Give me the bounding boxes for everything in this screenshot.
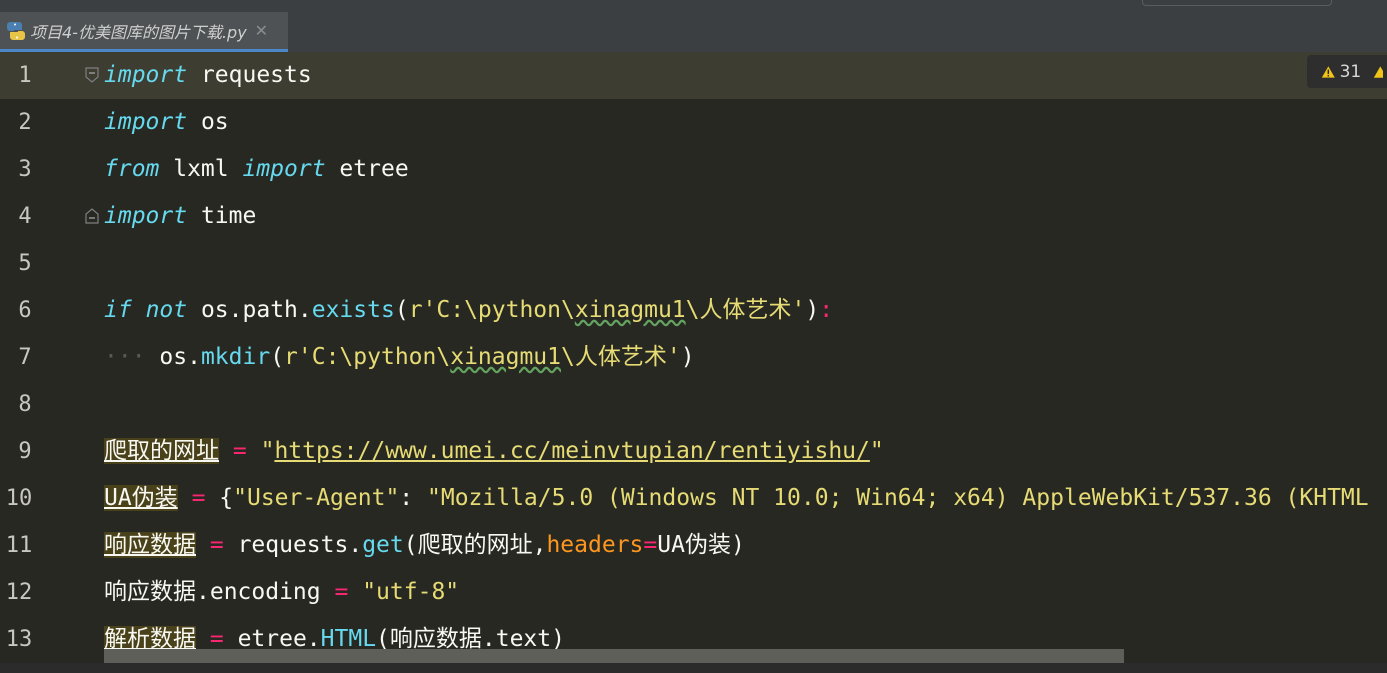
code-line: 11 响应数据 = requests.get(爬取的网址,headers=UA伪… xyxy=(0,522,1387,569)
editor-tab-bar: 项目4-优美图库的图片下载.py ✕ xyxy=(0,12,1387,53)
code-text[interactable]: 响应数据 = requests.get(爬取的网址,headers=UA伪装) xyxy=(104,522,745,569)
code-text[interactable]: UA伪装 = {"User-Agent": "Mozilla/5.0 (Wind… xyxy=(104,475,1369,522)
line-number: 10 xyxy=(5,486,33,511)
code-line: 2 import os xyxy=(0,99,1387,146)
line-number: 8 xyxy=(18,392,32,417)
line-number: 3 xyxy=(18,157,32,182)
warning-triangle-icon xyxy=(1321,65,1335,78)
code-text[interactable]: 响应数据.encoding = "utf-8" xyxy=(104,569,459,616)
line-number: 9 xyxy=(18,439,32,464)
code-line: 3 from lxml import etree xyxy=(0,146,1387,193)
editor-tab-active[interactable]: 项目4-优美图库的图片下载.py ✕ xyxy=(0,12,288,52)
warning-count: 31 xyxy=(1339,61,1362,82)
code-line: 1 import requests xyxy=(0,52,1387,99)
line-number: 7 xyxy=(18,345,32,370)
fold-collapse-icon[interactable] xyxy=(85,67,99,83)
code-text[interactable]: import os xyxy=(104,99,229,146)
code-text[interactable]: from lxml import etree xyxy=(104,146,409,193)
horizontal-scrollbar[interactable] xyxy=(104,649,1124,663)
line-number: 6 xyxy=(18,298,32,323)
code-line: 6 if not os.path.exists(r'C:\python\xina… xyxy=(0,287,1387,334)
code-line: 5 xyxy=(0,240,1387,287)
code-text[interactable]: if not os.path.exists(r'C:\python\xinagm… xyxy=(104,287,833,334)
toolbar-field[interactable] xyxy=(1142,0,1332,6)
window-top-bar xyxy=(0,0,1387,12)
line-number: 13 xyxy=(5,627,33,652)
tab-title: 项目4-优美图库的图片下载.py xyxy=(30,22,247,42)
line-number: 2 xyxy=(18,110,32,135)
code-text[interactable]: import requests xyxy=(104,52,312,99)
code-line: 7 ··· os.mkdir(r'C:\python\xinagmu1\人体艺术… xyxy=(0,334,1387,381)
line-number: 4 xyxy=(18,204,32,229)
code-line: 9 爬取的网址 = "https://www.umei.cc/meinvtupi… xyxy=(0,428,1387,475)
code-editor[interactable]: 1 import requests 2 import os 3 from lxm… xyxy=(0,52,1387,673)
code-line: 8 xyxy=(0,381,1387,428)
close-tab-icon[interactable]: ✕ xyxy=(255,21,268,40)
line-number: 5 xyxy=(18,251,32,276)
code-text[interactable]: import time xyxy=(104,193,256,240)
code-line: 4 import time xyxy=(0,193,1387,240)
line-number: 11 xyxy=(5,533,33,558)
code-text[interactable]: 爬取的网址 = "https://www.umei.cc/meinvtupian… xyxy=(104,428,884,475)
error-triangle-icon xyxy=(1374,65,1383,78)
code-text[interactable]: ··· os.mkdir(r'C:\python\xinagmu1\人体艺术') xyxy=(104,334,695,381)
inspection-widget[interactable]: 31 xyxy=(1307,55,1387,88)
line-number: 12 xyxy=(5,580,33,605)
bottom-strip xyxy=(0,663,1387,673)
python-file-icon xyxy=(7,21,25,40)
line-number: 1 xyxy=(18,63,32,88)
fold-end-icon[interactable] xyxy=(85,208,99,224)
code-line: 12 响应数据.encoding = "utf-8" xyxy=(0,569,1387,616)
code-line: 10 UA伪装 = {"User-Agent": "Mozilla/5.0 (W… xyxy=(0,475,1387,522)
